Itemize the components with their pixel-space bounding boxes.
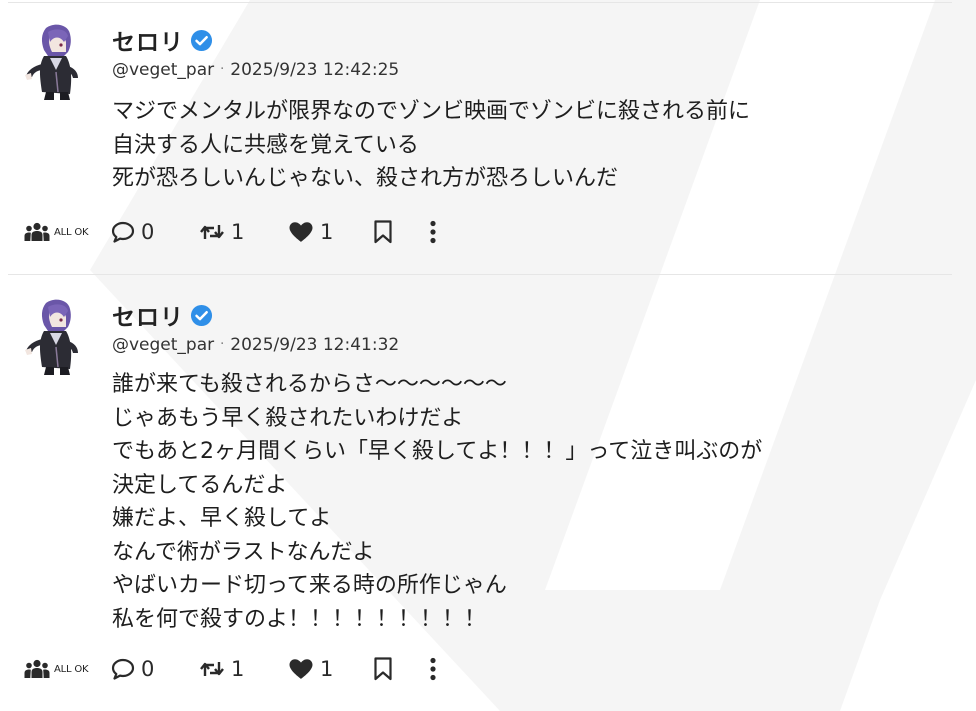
verified-check-icon <box>190 304 213 326</box>
reply-count: 0 <box>141 657 155 681</box>
bookmark-icon <box>374 657 392 681</box>
post-meta: @veget_par · 2025/9/23 12:41:32 <box>112 335 399 355</box>
post-text-line: 私を何で殺すのよ！！！！！！！！！ <box>112 606 487 632</box>
bookmark-button[interactable] <box>372 655 394 683</box>
avatar[interactable] <box>24 297 88 375</box>
more-button[interactable] <box>428 218 438 246</box>
timeline-page: セロリ @veget_par · 2025/9/23 12:42:25 マジでメンタ… <box>0 0 976 711</box>
post-text-line: 自決する人に共感を覚えている <box>112 132 419 158</box>
post-actions: ALL OK 0 1 1 <box>24 218 484 246</box>
repost-button[interactable]: 1 <box>199 218 244 246</box>
heart-icon <box>289 222 313 242</box>
post-text-line: なんで術がラストなんだよ <box>112 539 375 565</box>
visibility-scope[interactable]: ALL OK <box>24 655 89 683</box>
repost-arrows-icon <box>200 225 224 239</box>
author-handle[interactable]: @veget_par <box>112 335 214 355</box>
repost-arrows-icon <box>200 662 224 676</box>
visibility-scope-label: ALL OK <box>54 226 89 238</box>
post-body: マジでメンタルが限界なのでゾンビ映画でゾンビに殺される前に 自決する人に共感を覚… <box>112 95 750 196</box>
repost-button[interactable]: 1 <box>199 655 244 683</box>
separator-dot: · <box>220 62 225 77</box>
author-handle[interactable]: @veget_par <box>112 60 214 80</box>
users-group-icon <box>24 659 50 678</box>
post-item[interactable]: セロリ @veget_par · 2025/9/23 12:41:32 誰が来ても殺… <box>0 275 976 711</box>
verified-check-icon <box>190 29 213 51</box>
separator-dot: · <box>220 337 225 352</box>
post-item[interactable]: セロリ @veget_par · 2025/9/23 12:42:25 マジでメンタ… <box>0 0 976 275</box>
post-timeline: セロリ @veget_par · 2025/9/23 12:42:25 マジでメンタ… <box>0 0 976 711</box>
like-count: 1 <box>320 220 334 244</box>
post-timestamp[interactable]: 2025/9/23 12:42:25 <box>230 60 399 80</box>
bookmark-icon <box>374 220 392 244</box>
post-meta: @veget_par · 2025/9/23 12:42:25 <box>112 60 399 80</box>
display-name[interactable]: セロリ <box>112 298 184 332</box>
more-vertical-icon <box>430 220 436 244</box>
repost-count: 1 <box>231 657 245 681</box>
reply-button[interactable]: 0 <box>111 218 154 246</box>
post-text-line: 誰が来ても殺されるからさ〜〜〜〜〜〜 <box>112 372 507 397</box>
post-text-line: 死が恐ろしいんじゃない、殺され方が恐ろしいんだ <box>112 166 619 191</box>
post-text-line: じゃあもう早く殺されたいわけだよ <box>112 405 464 431</box>
reply-button[interactable]: 0 <box>111 655 154 683</box>
avatar[interactable] <box>24 22 88 100</box>
post-text-line: 決定してるんだよ <box>112 472 288 498</box>
post-text-line: でもあと2ヶ月間くらい「早く殺してよ！！！」って泣き叫ぶのが <box>112 439 763 464</box>
more-vertical-icon <box>430 657 436 681</box>
bookmark-button[interactable] <box>372 218 394 246</box>
display-name[interactable]: セロリ <box>112 23 184 57</box>
post-actions: ALL OK 0 1 1 <box>24 655 484 683</box>
visibility-scope-label: ALL OK <box>54 663 89 675</box>
post-timestamp[interactable]: 2025/9/23 12:41:32 <box>230 335 399 355</box>
like-button[interactable]: 1 <box>288 218 333 246</box>
visibility-scope[interactable]: ALL OK <box>24 218 89 246</box>
repost-count: 1 <box>231 220 245 244</box>
post-body: 誰が来ても殺されるからさ〜〜〜〜〜〜 じゃあもう早く殺されたいわけだよ でもあと… <box>112 368 762 636</box>
heart-icon <box>289 659 313 679</box>
post-text-line: 嫌だよ、早く殺してよ <box>112 506 332 531</box>
post-text-line: マジでメンタルが限界なのでゾンビ映画でゾンビに殺される前に <box>112 99 751 124</box>
post-header: セロリ <box>112 299 213 331</box>
like-count: 1 <box>320 657 334 681</box>
post-header: セロリ <box>112 24 213 56</box>
like-button[interactable]: 1 <box>288 655 333 683</box>
more-button[interactable] <box>428 655 438 683</box>
post-text-line: やばいカード切って来る時の所作じゃん <box>112 573 507 598</box>
users-group-icon <box>24 222 50 241</box>
reply-count: 0 <box>141 220 155 244</box>
speech-bubble-icon <box>111 221 135 243</box>
speech-bubble-icon <box>111 658 135 680</box>
